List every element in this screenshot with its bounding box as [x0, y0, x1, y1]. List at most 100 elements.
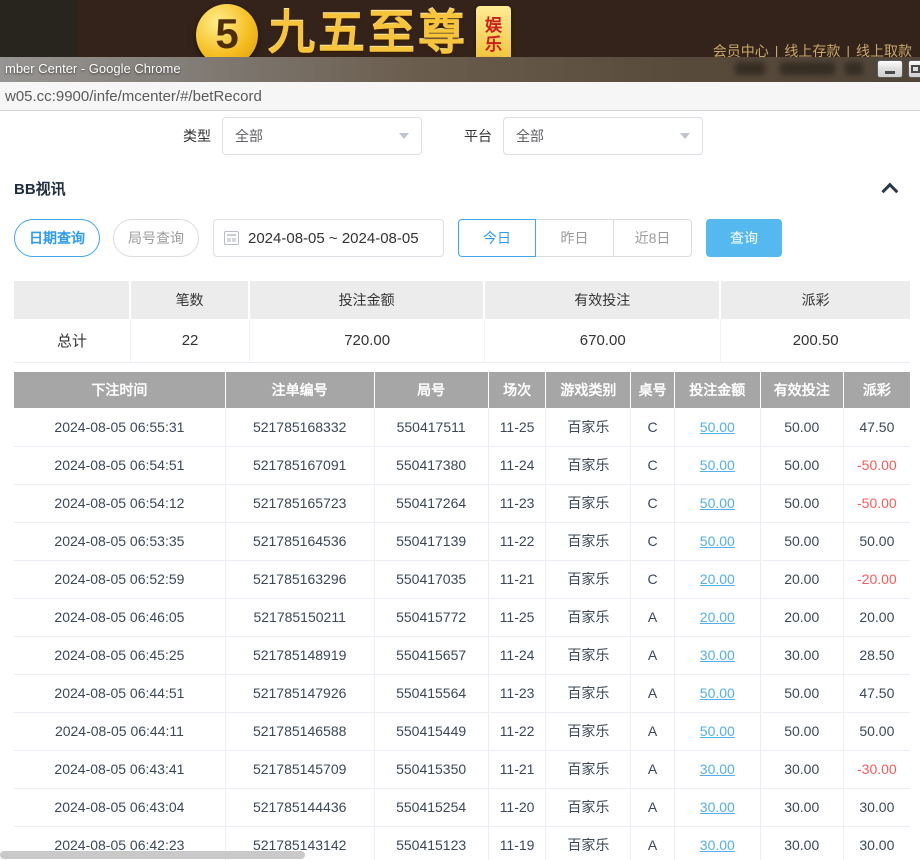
site-logo: 5 九五至尊 娱 乐 [196, 4, 511, 62]
bet-amount-link[interactable]: 30.00 [700, 837, 735, 853]
bet-amount-link[interactable]: 50.00 [700, 495, 735, 511]
date-range-input[interactable]: 2024-08-05 ~ 2024-08-05 [213, 219, 444, 257]
round-no-cell: 550417035 [374, 560, 488, 598]
table-row: 2024-08-05 06:44:11521785146588550415449… [14, 712, 910, 750]
bet-time-cell: 2024-08-05 06:55:31 [14, 408, 225, 446]
payout-cell: 47.50 [843, 408, 910, 446]
table-no-cell: C [631, 408, 674, 446]
payout-cell: -20.00 [843, 560, 910, 598]
address-bar[interactable]: w05.cc:9900/infe/mcenter/#/betRecord [0, 82, 920, 111]
bet-time-cell: 2024-08-05 06:43:04 [14, 788, 225, 826]
bet-table-body: 2024-08-05 06:55:31521785168332550417511… [14, 408, 910, 860]
blurred-user-info [780, 62, 835, 75]
summary-payout-value: 200.50 [721, 319, 910, 363]
platform-filter-label: 平台 [464, 126, 492, 146]
last-8-days-button[interactable]: 近8日 [614, 219, 692, 257]
game-type-cell: 百家乐 [546, 750, 631, 788]
game-type-cell: 百家乐 [546, 826, 631, 860]
bet-time-cell: 2024-08-05 06:45:25 [14, 636, 225, 674]
bet-amount-link[interactable]: 50.00 [700, 457, 735, 473]
session-cell: 11-22 [488, 522, 546, 560]
round-no-cell: 550417380 [374, 446, 488, 484]
minimize-icon [885, 71, 895, 74]
valid-bet-cell: 50.00 [760, 446, 843, 484]
bet-amount-link[interactable]: 50.00 [700, 419, 735, 435]
yesterday-button[interactable]: 昨日 [536, 219, 614, 257]
session-cell: 11-24 [488, 446, 546, 484]
summary-total-row: 总计 22 720.00 670.00 200.50 [14, 319, 910, 363]
bet-amount-cell: 20.00 [674, 598, 760, 636]
bet-time-cell: 2024-08-05 06:44:51 [14, 674, 225, 712]
maximize-button[interactable] [908, 60, 920, 78]
bet-amount-link[interactable]: 20.00 [700, 571, 735, 587]
payout-cell: 28.50 [843, 636, 910, 674]
bet-amount-cell: 20.00 [674, 560, 760, 598]
bet-amount-link[interactable]: 50.00 [700, 723, 735, 739]
session-cell: 11-22 [488, 712, 546, 750]
platform-select[interactable]: 全部 [503, 117, 703, 155]
game-type-cell: 百家乐 [546, 636, 631, 674]
minimize-button[interactable] [877, 60, 903, 78]
table-row: 2024-08-05 06:54:12521785165723550417264… [14, 484, 910, 522]
query-button[interactable]: 查询 [706, 219, 782, 257]
bet-amount-link[interactable]: 20.00 [700, 609, 735, 625]
bet-amount-link[interactable]: 50.00 [700, 533, 735, 549]
table-no-cell: A [631, 712, 674, 750]
table-row: 2024-08-05 06:46:05521785150211550415772… [14, 598, 910, 636]
payout-cell: -50.00 [843, 446, 910, 484]
bet-record-table: 下注时间 注单编号 局号 场次 游戏类别 桌号 投注金额 有效投注 派彩 202… [14, 372, 910, 860]
today-button[interactable]: 今日 [458, 219, 536, 257]
quick-date-group: 今日 昨日 近8日 [458, 219, 692, 257]
chevron-down-icon [680, 133, 690, 139]
bet-amount-link[interactable]: 50.00 [700, 685, 735, 701]
table-no-cell: A [631, 826, 674, 860]
bet-amount-link[interactable]: 30.00 [700, 799, 735, 815]
bet-amount-link[interactable]: 30.00 [700, 761, 735, 777]
game-type-cell: 百家乐 [546, 674, 631, 712]
bet-amount-cell: 50.00 [674, 446, 760, 484]
round-no-cell: 550415564 [374, 674, 488, 712]
type-select-value: 全部 [235, 126, 263, 146]
valid-bet-cell: 50.00 [760, 484, 843, 522]
table-no-cell: A [631, 674, 674, 712]
page-url: w05.cc:9900/infe/mcenter/#/betRecord [5, 88, 262, 105]
logo-title: 九五至尊 [268, 4, 468, 62]
type-select[interactable]: 全部 [222, 117, 422, 155]
payout-cell: 30.00 [843, 826, 910, 860]
window-title: mber Center - Google Chrome [5, 61, 181, 76]
bet-amount-cell: 30.00 [674, 788, 760, 826]
valid-bet-cell: 50.00 [760, 522, 843, 560]
session-cell: 11-25 [488, 408, 546, 446]
bet-amount-cell: 50.00 [674, 522, 760, 560]
bet-amount-link[interactable]: 30.00 [700, 647, 735, 663]
table-row: 2024-08-05 06:43:41521785145709550415350… [14, 750, 910, 788]
bet-time-cell: 2024-08-05 06:54:51 [14, 446, 225, 484]
session-cell: 11-24 [488, 636, 546, 674]
bet-time-cell: 2024-08-05 06:46:05 [14, 598, 225, 636]
filter-row: 类型 全部 平台 全部 [0, 117, 920, 155]
chevron-down-icon [399, 133, 409, 139]
round-query-tab[interactable]: 局号查询 [113, 219, 199, 257]
horizontal-scrollbar-thumb[interactable] [0, 851, 305, 859]
summary-total-label: 总计 [14, 319, 131, 363]
collapse-chevron-up-icon[interactable] [881, 182, 898, 199]
round-no-cell: 550415772 [374, 598, 488, 636]
round-no-cell: 550415254 [374, 788, 488, 826]
session-cell: 11-19 [488, 826, 546, 860]
site-banner: 5 九五至尊 娱 乐 会员中心|线上存款|线上取款 [0, 0, 920, 62]
summary-header-valid-bet: 有效投注 [485, 281, 721, 319]
order-no-cell: 521785150211 [225, 598, 374, 636]
header-table-no: 桌号 [631, 372, 674, 408]
summary-bet-amount-value: 720.00 [250, 319, 485, 363]
payout-cell: 50.00 [843, 522, 910, 560]
blurred-user-info [735, 62, 765, 75]
bet-amount-cell: 50.00 [674, 674, 760, 712]
table-no-cell: C [631, 560, 674, 598]
header-round-no: 局号 [374, 372, 488, 408]
session-cell: 11-23 [488, 484, 546, 522]
table-row: 2024-08-05 06:44:51521785147926550415564… [14, 674, 910, 712]
session-cell: 11-20 [488, 788, 546, 826]
maximize-icon [911, 65, 920, 73]
valid-bet-cell: 30.00 [760, 750, 843, 788]
date-query-tab[interactable]: 日期查询 [14, 219, 100, 257]
